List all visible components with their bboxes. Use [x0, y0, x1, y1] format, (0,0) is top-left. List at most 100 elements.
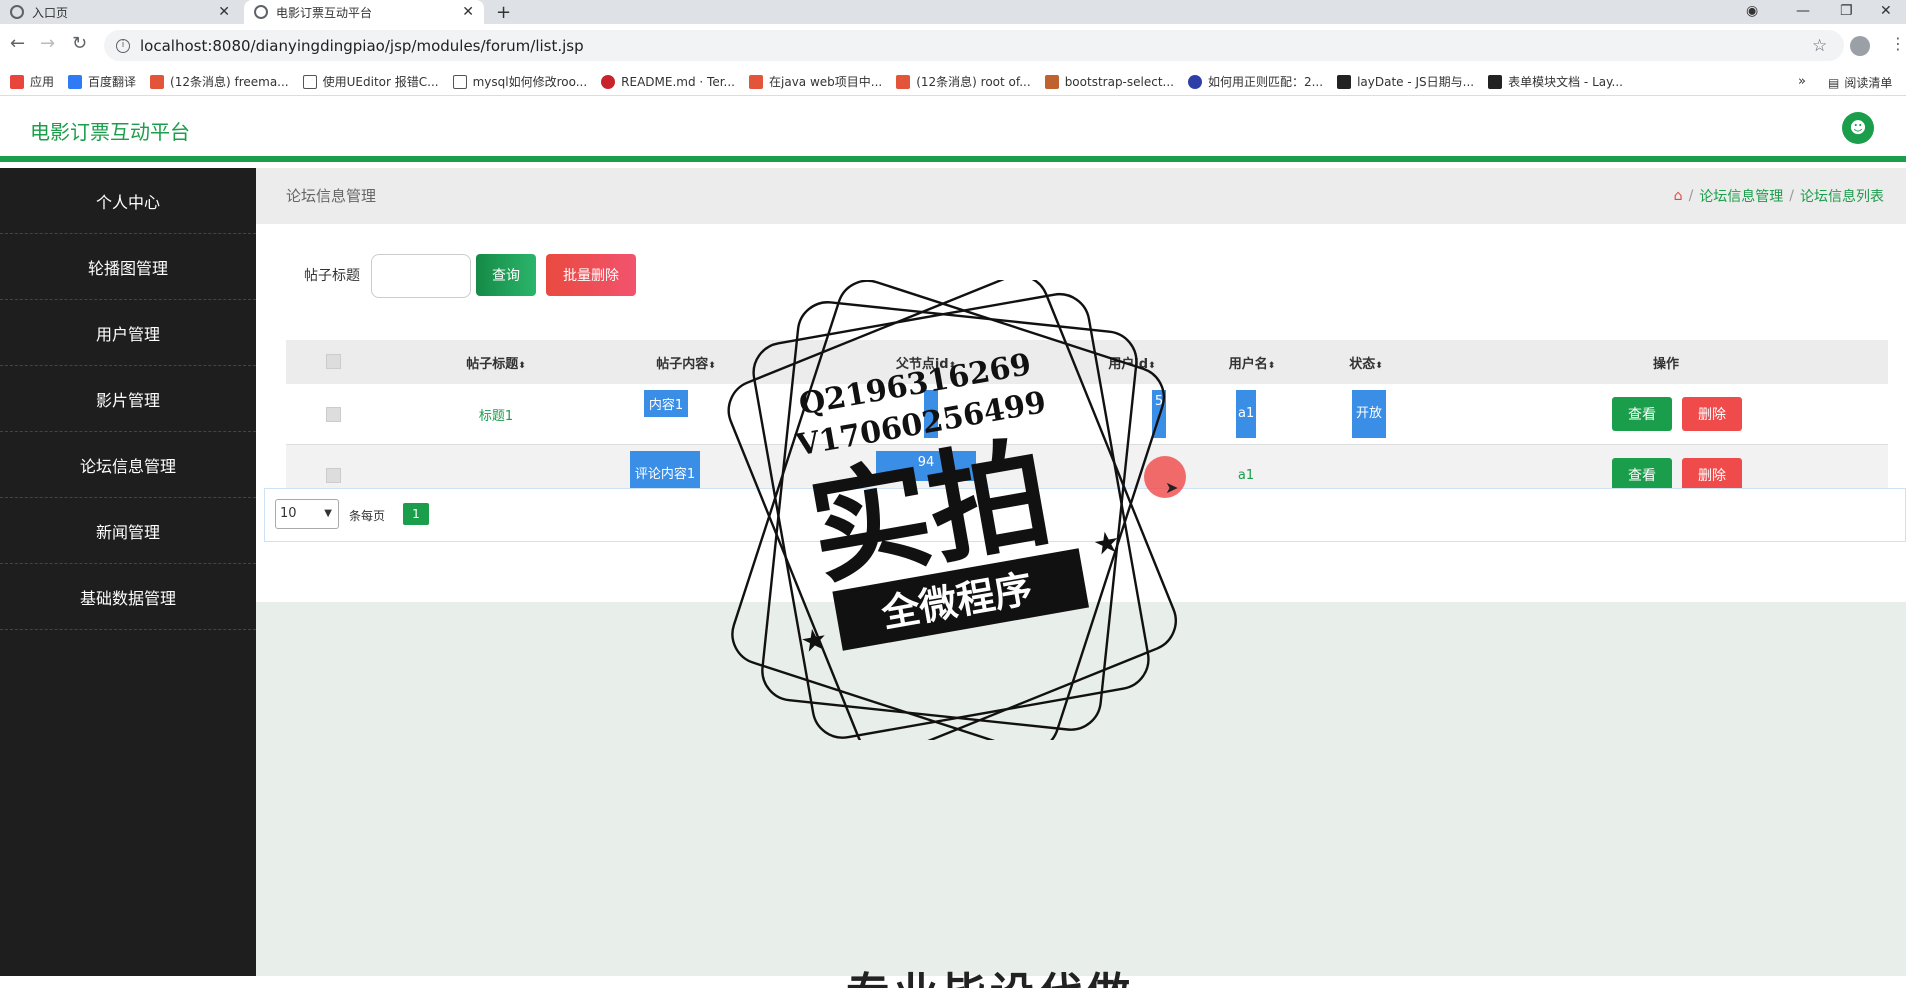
translate-icon — [68, 74, 83, 89]
main-content: 论坛信息管理 ⌂ / 论坛信息管理 / 论坛信息列表 帖子标题 查询 批量删除 … — [256, 168, 1906, 988]
reading-list-icon: ▤ — [1828, 75, 1840, 90]
sidebar-item-basedata[interactable]: 基础数据管理 — [0, 564, 256, 630]
bookmark-item[interactable]: (12条消息) root of... — [896, 73, 1031, 90]
sidebar-item-movies[interactable]: 影片管理 — [0, 366, 256, 432]
sidebar-item-forum[interactable]: 论坛信息管理 — [0, 432, 256, 498]
bookmark-item[interactable]: 如何用正则匹配：2... — [1187, 73, 1323, 90]
batch-delete-button[interactable]: 批量删除 — [546, 254, 636, 296]
delete-button[interactable]: 删除 — [1682, 458, 1742, 492]
search-label: 帖子标题 — [304, 268, 360, 284]
gitee-icon — [601, 74, 616, 89]
page-size-select[interactable]: 10 ▼ — [275, 499, 339, 529]
minimize-icon[interactable]: — — [1796, 0, 1810, 24]
sort-icon: ⬍ — [708, 360, 716, 371]
cell-parent-id — [924, 390, 938, 438]
col-title[interactable]: 帖子标题⬍ — [436, 353, 556, 372]
cell-user-id: 5 — [1152, 390, 1166, 438]
view-button[interactable]: 查看 — [1612, 397, 1672, 431]
user-avatar-icon[interactable]: ☻ — [1842, 112, 1874, 144]
sidebar: 个人中心 轮播图管理 用户管理 影片管理 论坛信息管理 新闻管理 基础数据管理 — [0, 168, 256, 976]
bookmarks-more-button[interactable]: » — [1798, 74, 1806, 89]
forum-table: 帖子标题⬍ 帖子内容⬍ 父节点id⬍ 用户id⬍ 用户名⬍ 状态⬍ 操作 标题1… — [286, 340, 1888, 506]
url-field[interactable]: i localhost:8080/dianyingdingpiao/jsp/mo… — [104, 30, 1844, 61]
view-button[interactable]: 查看 — [1612, 458, 1672, 492]
col-content[interactable]: 帖子内容⬍ — [626, 353, 746, 372]
layui-icon — [1488, 74, 1503, 89]
csdn-icon — [150, 74, 165, 89]
table-header: 帖子标题⬍ 帖子内容⬍ 父节点id⬍ 用户id⬍ 用户名⬍ 状态⬍ 操作 — [286, 340, 1888, 384]
site-icon — [254, 5, 268, 19]
row-checkbox[interactable] — [326, 468, 341, 483]
info-icon[interactable]: i — [116, 38, 130, 53]
bookmark-item[interactable]: layDate - JS日期与... — [1337, 73, 1474, 90]
delete-button[interactable]: 删除 — [1682, 397, 1742, 431]
url-text[interactable]: localhost:8080/dianyingdingpiao/jsp/modu… — [140, 37, 584, 55]
sort-icon: ⬍ — [1375, 360, 1383, 371]
table-row: 标题1 内容1 5 a1 开放 查看 删除 — [286, 384, 1888, 445]
forward-icon[interactable]: → — [40, 33, 55, 54]
footer-banner-text: 专业毕设代做 — [846, 958, 1134, 988]
select-all-checkbox[interactable] — [326, 354, 341, 369]
browser-tab-entry[interactable]: 入口页 ✕ — [0, 0, 240, 24]
tab-label: 入口页 — [32, 5, 69, 20]
bookmark-item[interactable]: bootstrap-select... — [1044, 74, 1174, 89]
home-icon[interactable]: ⌂ — [1674, 188, 1683, 204]
pagination: 10 ▼ 条每页 1 — [264, 488, 1906, 542]
bookmark-item[interactable]: 在java web项目中... — [749, 73, 882, 90]
breadcrumb-item: 论坛信息列表 — [1800, 189, 1884, 205]
row-checkbox[interactable] — [326, 407, 341, 422]
reading-list-button[interactable]: ▤ 阅读清单 — [1828, 74, 1892, 91]
title-search-input[interactable] — [371, 254, 471, 298]
apps-icon — [10, 74, 24, 89]
bookmark-item[interactable]: README.md · Ter... — [601, 74, 735, 89]
sort-icon: ⬍ — [518, 360, 526, 371]
bookmark-item[interactable]: 应用 — [10, 73, 54, 90]
cell-username: a1 — [1237, 467, 1255, 483]
restore-icon[interactable]: ❐ — [1840, 0, 1853, 24]
layui-icon — [1337, 74, 1352, 89]
browser-tab-bar: 入口页 ✕ 电影订票互动平台 ✕ + ◉ — ❐ ✕ — [0, 0, 1906, 24]
breadcrumb-item[interactable]: 论坛信息管理 — [1699, 186, 1783, 206]
tab-search-icon[interactable]: ◉ — [1746, 0, 1758, 24]
cell-parent-id: 94 — [876, 451, 976, 481]
bookmarks-bar: 应用 百度翻译 (12条消息) freema... 使用UEditor 报错C.… — [0, 68, 1906, 96]
col-parent-id[interactable]: 父节点id⬍ — [866, 353, 986, 372]
browser-menu-icon[interactable]: ⋮ — [1890, 34, 1906, 53]
bookmark-item[interactable]: mysql如何修改roo... — [452, 73, 587, 90]
bookmark-item[interactable]: 百度翻译 — [68, 73, 136, 90]
sort-icon: ⬍ — [948, 360, 957, 371]
tab-label: 电影订票互动平台 — [276, 5, 373, 20]
cell-content: 内容1 — [644, 390, 688, 417]
app-header: 电影订票互动平台 ☻ — [0, 96, 1906, 162]
bookmark-item[interactable]: (12条消息) freema... — [150, 73, 289, 90]
close-icon[interactable]: ✕ — [218, 4, 230, 20]
col-user-id[interactable]: 用户id⬍ — [1072, 353, 1192, 372]
globe-icon — [10, 5, 24, 19]
page-button[interactable]: 1 — [403, 503, 429, 525]
bookmark-star-icon[interactable]: ☆ — [1812, 36, 1827, 56]
profile-icon[interactable] — [1850, 36, 1870, 56]
col-actions: 操作 — [1652, 356, 1679, 372]
sort-icon: ⬍ — [1148, 360, 1156, 371]
brand-title: 电影订票互动平台 — [30, 120, 190, 144]
reload-icon[interactable]: ↻ — [72, 33, 87, 54]
col-status[interactable]: 状态⬍ — [1326, 353, 1406, 372]
bookmark-item[interactable]: 使用UEditor 报错C... — [302, 73, 439, 90]
cell-status: 开放 — [1352, 390, 1386, 438]
window-close-icon[interactable]: ✕ — [1880, 0, 1892, 24]
col-username[interactable]: 用户名⬍ — [1202, 353, 1302, 372]
new-tab-icon[interactable]: + — [496, 2, 511, 23]
sidebar-item-personal[interactable]: 个人中心 — [0, 168, 256, 234]
per-page-label: 条每页 — [349, 509, 386, 523]
sidebar-item-news[interactable]: 新闻管理 — [0, 498, 256, 564]
bookmark-item[interactable]: 表单模块文档 - Lay... — [1488, 73, 1623, 90]
close-icon[interactable]: ✕ — [462, 4, 474, 20]
sidebar-item-users[interactable]: 用户管理 — [0, 300, 256, 366]
cell-title[interactable]: 标题1 — [436, 405, 556, 424]
browser-tab-active[interactable]: 电影订票互动平台 ✕ — [244, 0, 484, 24]
sidebar-item-carousel[interactable]: 轮播图管理 — [0, 234, 256, 300]
mouse-cursor-icon: ➤ — [1165, 478, 1179, 497]
query-button[interactable]: 查询 — [476, 254, 536, 296]
site-icon — [452, 74, 467, 89]
back-icon[interactable]: ← — [10, 33, 25, 54]
